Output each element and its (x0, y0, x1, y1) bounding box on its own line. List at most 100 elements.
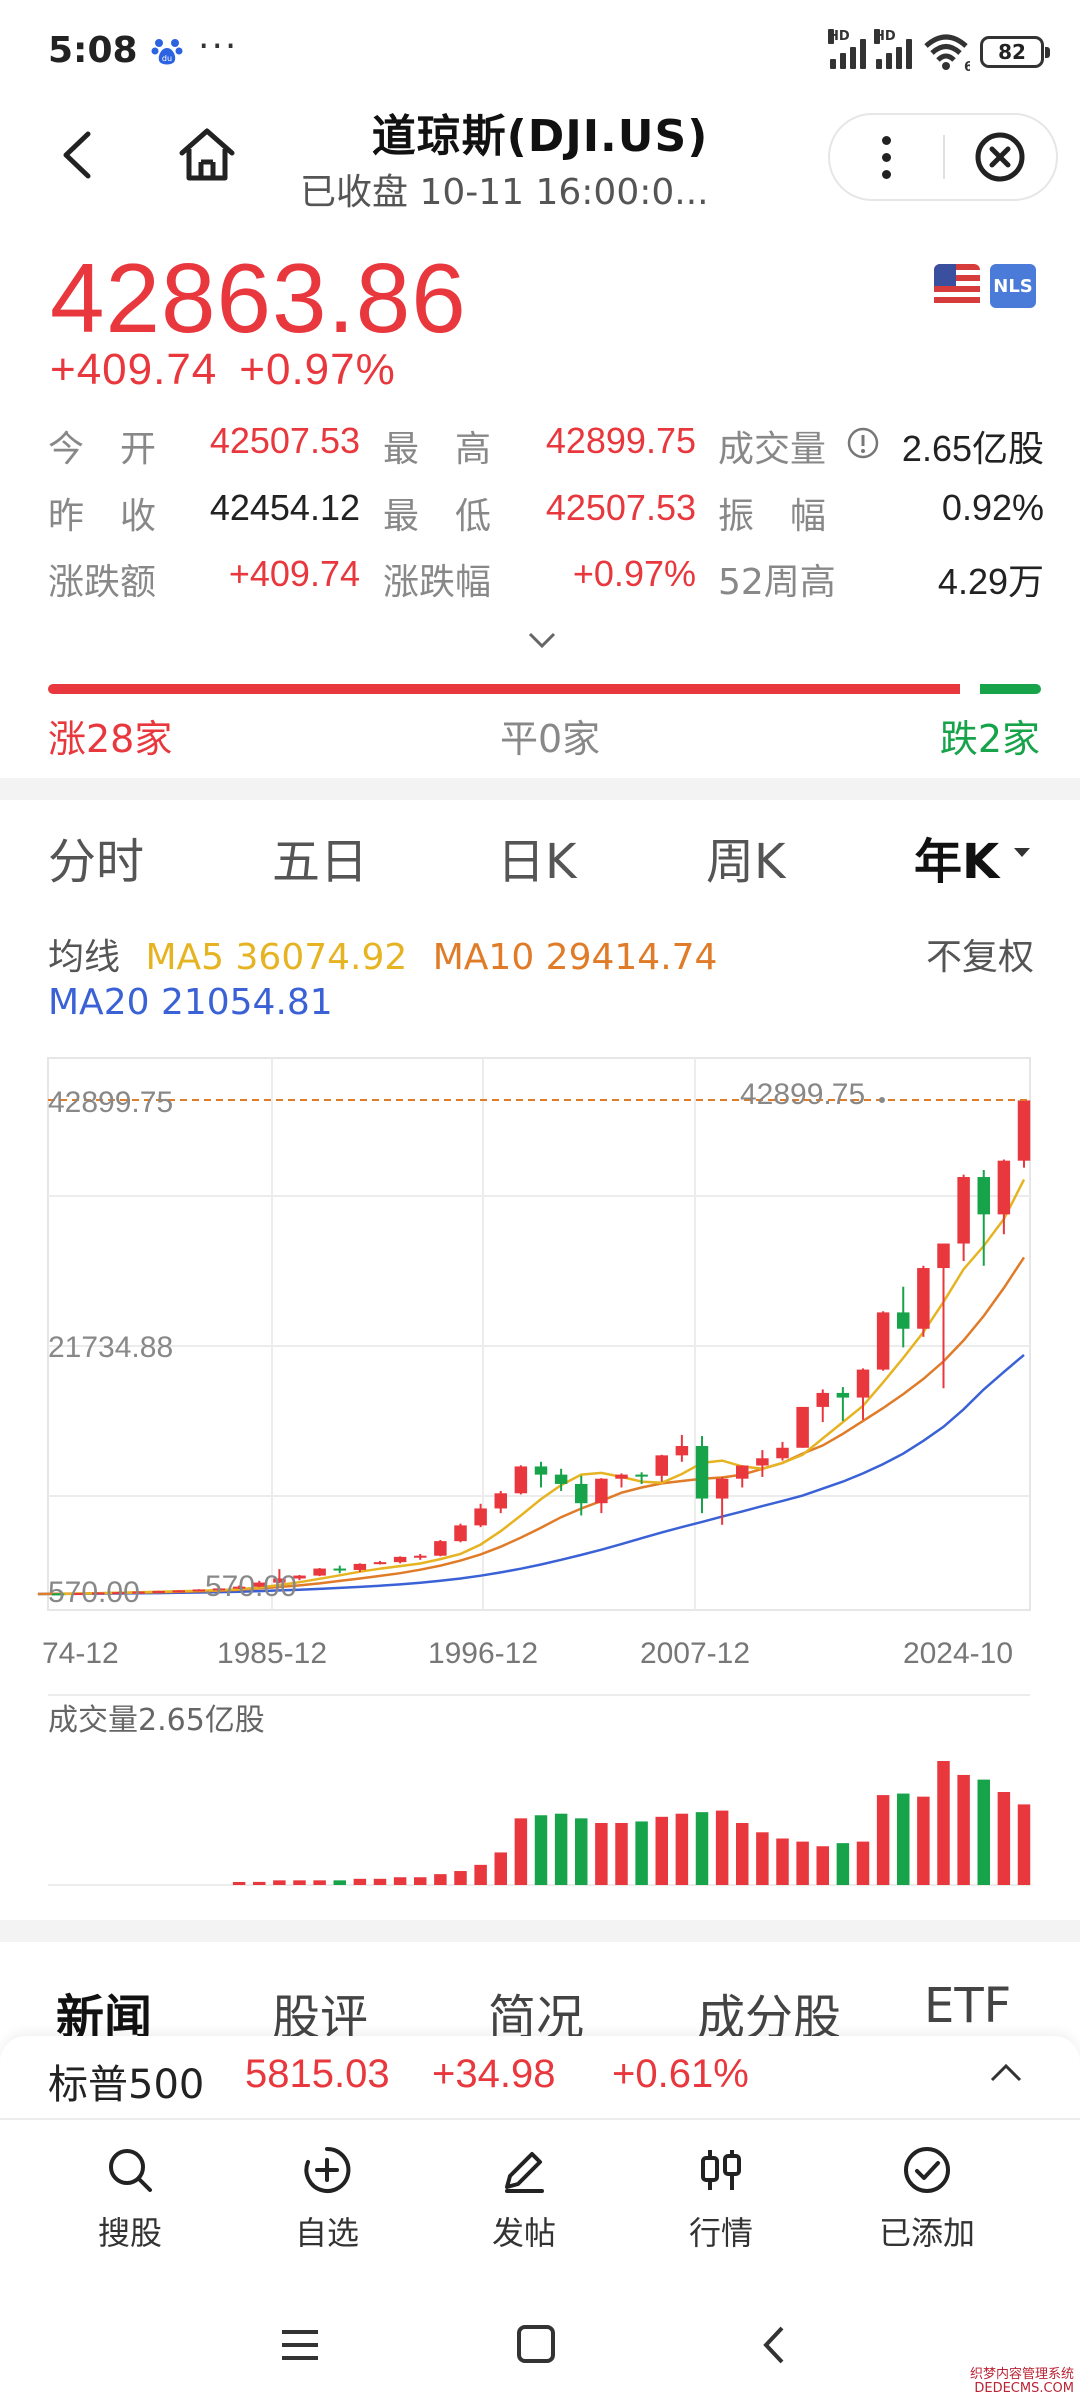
candle (715, 1478, 729, 1499)
volume-bar (253, 1881, 266, 1885)
volume-bar (333, 1880, 346, 1885)
nav-market-label: 行情 (688, 2214, 753, 2252)
tab-weekly-k[interactable]: 周K (706, 822, 785, 892)
nav-post[interactable]: 发帖 (454, 2140, 594, 2260)
candle (876, 1312, 890, 1370)
stat-value: 2.65亿股 (901, 428, 1044, 469)
ma-legend: 均线 MA5 36074.92 MA10 29414.74 (48, 928, 717, 980)
x-tick-label: 2007-12 (640, 1637, 750, 1670)
stat-label: 成交量 (718, 429, 827, 470)
volume-bar (776, 1838, 789, 1885)
stat-label: 52周高 (718, 562, 836, 603)
nls-badge[interactable]: NLS (990, 264, 1036, 308)
volume-bar (977, 1779, 990, 1885)
decline-count[interactable]: 跌2家 (940, 708, 1040, 763)
flat-count[interactable]: 平0家 (500, 708, 600, 763)
nav-search-label: 搜股 (97, 2214, 162, 2252)
volume-bar (273, 1880, 286, 1885)
menu-icon[interactable] (282, 2330, 318, 2360)
market-status: 已收盘 10-11 16:00:0... (300, 172, 709, 213)
volume-bar (695, 1812, 709, 1885)
wifi-badge: 6 (964, 60, 970, 72)
expand-chevron-icon[interactable] (527, 630, 557, 650)
chevron-up-icon[interactable] (988, 2060, 1024, 2084)
nav-watchlist[interactable]: 自选 (257, 2140, 397, 2260)
stat-value: 0.92% (941, 487, 1044, 528)
close-icon[interactable] (945, 115, 1056, 199)
ma20-value: MA20 21054.81 (48, 982, 333, 1023)
home-nav-icon[interactable] (517, 2325, 555, 2363)
volume-bar (534, 1815, 548, 1885)
pen-icon (505, 2152, 544, 2193)
svg-text:du: du (162, 54, 172, 63)
candle (796, 1406, 809, 1448)
tab-yearly-k[interactable]: 年K (914, 822, 999, 892)
candle (897, 1312, 910, 1329)
stat-label: 振 幅 (718, 496, 827, 537)
tab-intraday[interactable]: 分时 (48, 822, 144, 892)
tab-five-day[interactable]: 五日 (272, 822, 368, 892)
related-index-name[interactable]: 标普500 (48, 2052, 204, 2110)
tab-etf[interactable]: ETF (924, 1978, 1011, 2034)
candle (353, 1563, 367, 1570)
candle (514, 1466, 528, 1494)
advance-count[interactable]: 涨28家 (48, 708, 172, 763)
volume-bar (494, 1852, 507, 1885)
tab-daily-k[interactable]: 日K (497, 822, 576, 892)
volume-bar (796, 1841, 809, 1885)
volume-label: 成交量2.65亿股 (48, 1703, 265, 1738)
stat-label: 昨 收 (48, 496, 157, 537)
related-index-change: +34.98 (432, 2052, 556, 2096)
change-percent: +0.97% (239, 345, 396, 394)
volume-bar (554, 1813, 568, 1885)
volume-bar (856, 1841, 870, 1885)
candle (997, 1160, 1011, 1215)
volume-bar (313, 1880, 326, 1885)
volume-bar (353, 1878, 367, 1885)
volume-bar (434, 1874, 447, 1885)
decline-bar (980, 684, 1041, 694)
adjust-selector[interactable]: 不复权 (926, 928, 1034, 980)
kline-chart[interactable]: 42899.75 42899.75 21734.88 570.00 570.00 74-1… (0, 1040, 1080, 1900)
candle (756, 1458, 769, 1466)
candle (736, 1465, 749, 1479)
stat-value: 42899.75 (545, 420, 696, 461)
nav-watchlist-label: 自选 (294, 2214, 359, 2252)
nav-post-label: 发帖 (491, 2214, 556, 2252)
section-divider (0, 1920, 1080, 1942)
x-tick-label: 1996-12 (428, 1637, 538, 1670)
nav-added[interactable]: 已添加 (857, 2140, 997, 2260)
candle (655, 1455, 668, 1476)
candle (393, 1556, 407, 1563)
volume-bar (937, 1761, 950, 1885)
dropdown-caret-icon[interactable] (1014, 848, 1030, 857)
candle (977, 1177, 990, 1215)
volume-bar (756, 1832, 769, 1885)
nav-market[interactable]: 行情 (651, 2140, 791, 2260)
candle (635, 1474, 648, 1477)
volume-bar (615, 1823, 628, 1885)
candle (695, 1446, 709, 1499)
high-marker (879, 1097, 885, 1103)
volume-bar (575, 1818, 588, 1885)
section-divider (0, 778, 1080, 800)
candle (333, 1568, 346, 1571)
ma10-value: MA10 29414.74 (432, 937, 718, 978)
nav-search[interactable]: 搜股 (60, 2140, 200, 2260)
candle (454, 1525, 467, 1542)
info-icon[interactable] (846, 426, 880, 460)
candle (595, 1478, 608, 1504)
system-nav-bar (282, 2325, 784, 2364)
wifi-icon: 6 (924, 34, 970, 72)
volume-bars (232, 1761, 1031, 1885)
volume-bar (816, 1846, 829, 1885)
more-icon[interactable] (830, 115, 943, 199)
x-tick-label: 74-12 (42, 1637, 119, 1670)
volume-bar (414, 1877, 427, 1885)
candle (575, 1483, 588, 1504)
candle (434, 1541, 447, 1556)
candles (51, 1099, 1031, 1596)
back-nav-icon[interactable] (763, 2326, 784, 2364)
volume-bar (655, 1816, 668, 1885)
battery-indicator: 82 (980, 36, 1050, 68)
